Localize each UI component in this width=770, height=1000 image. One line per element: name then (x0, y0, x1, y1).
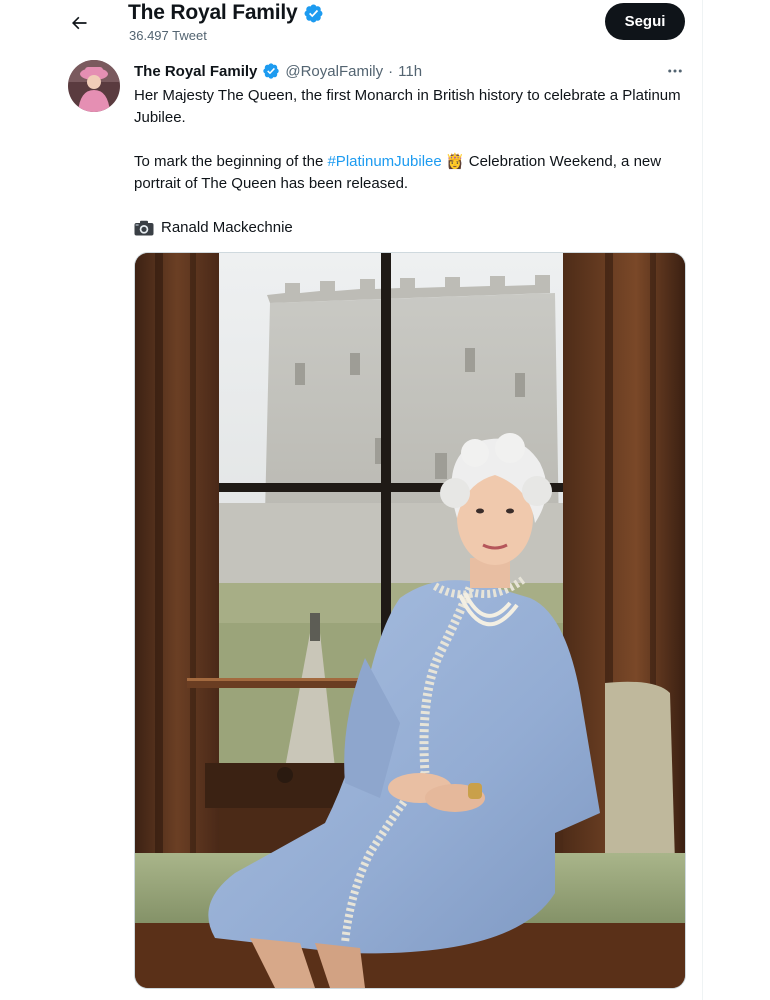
avatar[interactable] (68, 60, 120, 112)
hashtag-emoji: 👸 (445, 153, 465, 170)
separator-dot: · (388, 62, 394, 80)
photo-credit-name: Ranald Mackechnie (161, 219, 293, 236)
more-options-button[interactable] (662, 58, 688, 84)
more-dots-icon (668, 69, 682, 73)
tweet-photo[interactable] (134, 252, 686, 989)
tweet-text-line2: To mark the beginning of the #PlatinumJu… (134, 151, 694, 195)
photo-credit: Ranald Mackechnie (134, 217, 694, 239)
back-button[interactable] (62, 6, 96, 40)
verified-badge-icon (263, 63, 280, 79)
profile-header: The Royal Family 36.497 Tweet Segui (0, 0, 702, 52)
tweet-text-before: To mark the beginning of the (134, 153, 328, 170)
tweet-text-line1: Her Majesty The Queen, the first Monarch… (134, 87, 681, 126)
hashtag-link[interactable]: #PlatinumJubilee (327, 153, 441, 170)
tweet-count: 36.497 Tweet (129, 28, 207, 43)
verified-badge-icon (304, 4, 322, 22)
tweet-time[interactable]: 11h (398, 63, 422, 80)
account-name: The Royal Family (128, 1, 298, 24)
tweet-author[interactable]: The Royal Family (134, 63, 257, 80)
arrow-left-icon (72, 16, 87, 30)
tweet-header: The Royal Family @RoyalFamily · 11h (134, 62, 422, 80)
camera-icon (134, 220, 154, 236)
column-border (702, 0, 703, 1000)
header-title: The Royal Family (128, 1, 324, 25)
tweet-handle[interactable]: @RoyalFamily (285, 63, 383, 80)
follow-button[interactable]: Segui (605, 3, 685, 40)
